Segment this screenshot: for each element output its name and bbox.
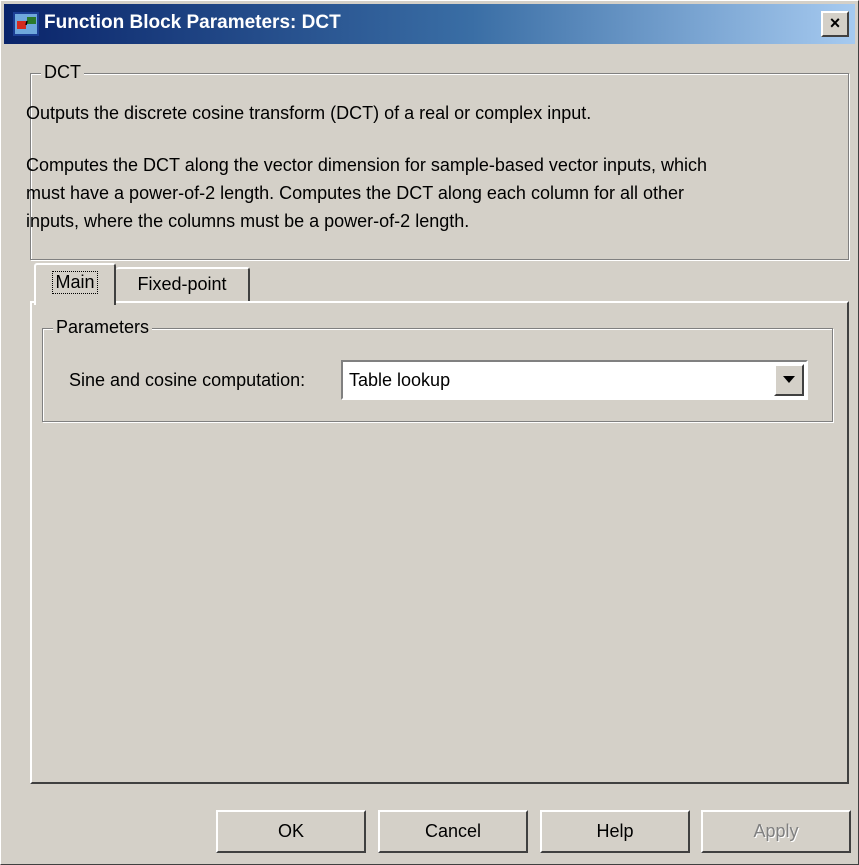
description-line-3: must have a power-of-2 length. Computes … (26, 183, 685, 203)
window-title: Function Block Parameters: DCT (44, 12, 341, 33)
sine-cosine-selected-value: Table lookup (349, 370, 451, 390)
description-line-1: Outputs the discrete cosine transform (D… (26, 103, 592, 123)
help-button[interactable]: Help (540, 810, 690, 853)
close-icon: × (829, 13, 841, 33)
tab-fixed-point-label: Fixed-point (137, 274, 227, 294)
description-group-legend: DCT (41, 62, 84, 83)
parameters-group-legend: Parameters (53, 317, 153, 338)
tab-main[interactable]: Main (34, 263, 116, 305)
dialog-window: Function Block Parameters: DCT × DCT Out… (0, 0, 859, 865)
simulink-block-icon (13, 12, 39, 36)
cancel-button[interactable]: Cancel (378, 810, 528, 853)
description-line-4: inputs, where the columns must be a powe… (26, 211, 470, 231)
description-line-2: Computes the DCT along the vector dimens… (26, 155, 708, 175)
dropdown-button[interactable] (774, 364, 804, 396)
sine-cosine-label: Sine and cosine computation: (69, 370, 306, 390)
tab-main-label: Main (52, 271, 98, 294)
sine-cosine-computation-select[interactable]: Table lookup (341, 360, 808, 400)
chevron-down-icon (783, 376, 795, 383)
tab-fixed-point[interactable]: Fixed-point (116, 267, 250, 301)
ok-button[interactable]: OK (216, 810, 366, 853)
title-bar[interactable]: Function Block Parameters: DCT × (4, 4, 855, 44)
apply-button[interactable]: Apply (701, 810, 851, 853)
close-button[interactable]: × (821, 11, 849, 37)
